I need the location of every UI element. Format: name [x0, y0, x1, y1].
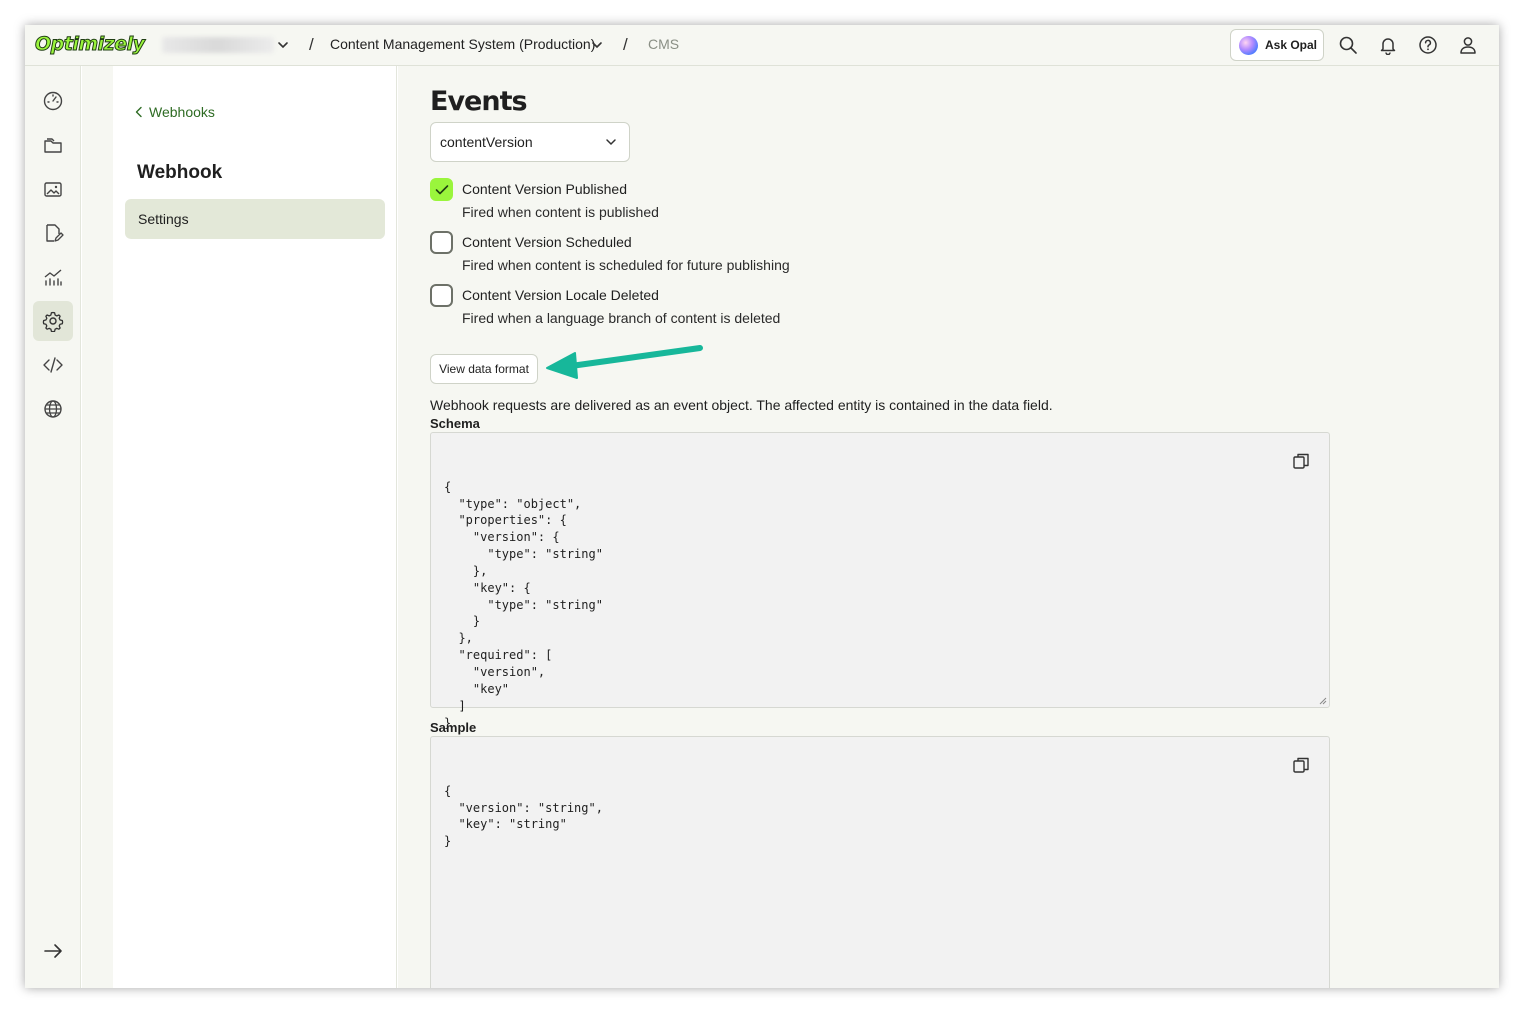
chevron-down-icon[interactable]	[277, 40, 289, 50]
event-label: Content Version Scheduled	[462, 234, 632, 250]
rail-item-content[interactable]	[33, 125, 73, 165]
schema-code-box[interactable]: { "type": "object", "properties": { "ver…	[430, 432, 1330, 730]
chevron-down-icon	[606, 139, 616, 146]
rail-item-settings[interactable]	[33, 301, 73, 341]
optimizely-logo[interactable]: Optimizely	[35, 33, 146, 56]
sample-code-box[interactable]: { "version": "string", "key": "string" }	[430, 736, 1330, 988]
event-description: Fired when a language branch of content …	[462, 310, 781, 326]
breadcrumb-cms[interactable]: CMS	[648, 36, 679, 52]
user-icon[interactable]	[1458, 35, 1478, 55]
event-checkbox-published[interactable]	[430, 178, 453, 201]
document-edit-icon	[46, 224, 64, 242]
schema-label: Schema	[430, 416, 480, 431]
event-checkbox-locale-deleted[interactable]	[430, 284, 453, 307]
breadcrumb-separator: /	[309, 35, 314, 54]
subnav-gutter	[82, 66, 114, 988]
copy-icon[interactable]	[1291, 755, 1311, 775]
intro-text: Webhook requests are delivered as an eve…	[430, 397, 1053, 413]
search-icon[interactable]	[1338, 35, 1358, 55]
main-content: Events contentVersion Content Version Pu…	[398, 66, 1499, 988]
folder-icon	[44, 138, 62, 153]
view-data-format-button[interactable]: View data format	[430, 354, 538, 384]
image-icon	[44, 182, 62, 197]
rail-item-edit[interactable]	[33, 213, 73, 253]
help-icon[interactable]	[1418, 35, 1438, 55]
icon-rail	[25, 66, 81, 988]
bell-icon[interactable]	[1378, 35, 1398, 55]
opal-icon	[1239, 35, 1258, 55]
annotation-arrow-icon	[546, 345, 703, 379]
org-switcher-blurred[interactable]	[162, 37, 274, 53]
gauge-icon	[43, 91, 63, 111]
chevron-left-icon	[135, 106, 142, 118]
subnav-item-settings[interactable]: Settings	[125, 199, 385, 239]
ask-opal-label: Ask Opal	[1265, 38, 1318, 52]
rail-item-analytics[interactable]	[33, 257, 73, 297]
event-label: Content Version Locale Deleted	[462, 287, 659, 303]
rail-item-globe[interactable]	[33, 389, 73, 429]
checkmark-icon	[435, 184, 448, 194]
top-bar: Optimizely / Content Management System (…	[25, 25, 1499, 66]
sample-code: { "version": "string", "key": "string" }	[444, 783, 603, 849]
event-description: Fired when content is published	[462, 204, 659, 220]
gear-icon	[42, 311, 64, 332]
event-label: Content Version Published	[462, 181, 627, 197]
event-checkbox-scheduled[interactable]	[430, 231, 453, 254]
breadcrumb-separator: /	[623, 35, 628, 54]
code-icon	[43, 357, 63, 373]
ask-opal-button[interactable]: Ask Opal	[1230, 29, 1324, 61]
subnav-title: Webhook	[137, 162, 223, 183]
sample-label: Sample	[430, 720, 477, 735]
app-window: Optimizely / Content Management System (…	[25, 25, 1499, 988]
rail-item-code[interactable]	[33, 345, 73, 385]
event-description: Fired when content is scheduled for futu…	[462, 257, 790, 273]
copy-icon[interactable]	[1291, 451, 1311, 471]
globe-icon	[44, 400, 62, 418]
rail-item-assets[interactable]	[33, 169, 73, 209]
event-type-select-value: contentVersion	[440, 134, 533, 150]
schema-code: { "type": "object", "properties": { "ver…	[444, 479, 603, 730]
resize-grip-icon[interactable]	[1318, 696, 1327, 705]
back-to-webhooks-link[interactable]: Webhooks	[135, 104, 215, 120]
back-link-label: Webhooks	[149, 104, 215, 120]
chevron-down-icon[interactable]	[591, 40, 603, 50]
rail-item-dashboard[interactable]	[33, 81, 73, 121]
settings-subnav: Webhooks Webhook Settings	[113, 66, 397, 988]
page-title: Events	[430, 86, 528, 117]
expand-arrow-icon[interactable]	[42, 940, 64, 962]
event-type-select[interactable]: contentVersion	[430, 122, 630, 162]
chart-icon	[44, 269, 62, 286]
project-switcher[interactable]: Content Management System (Production)	[330, 36, 595, 52]
